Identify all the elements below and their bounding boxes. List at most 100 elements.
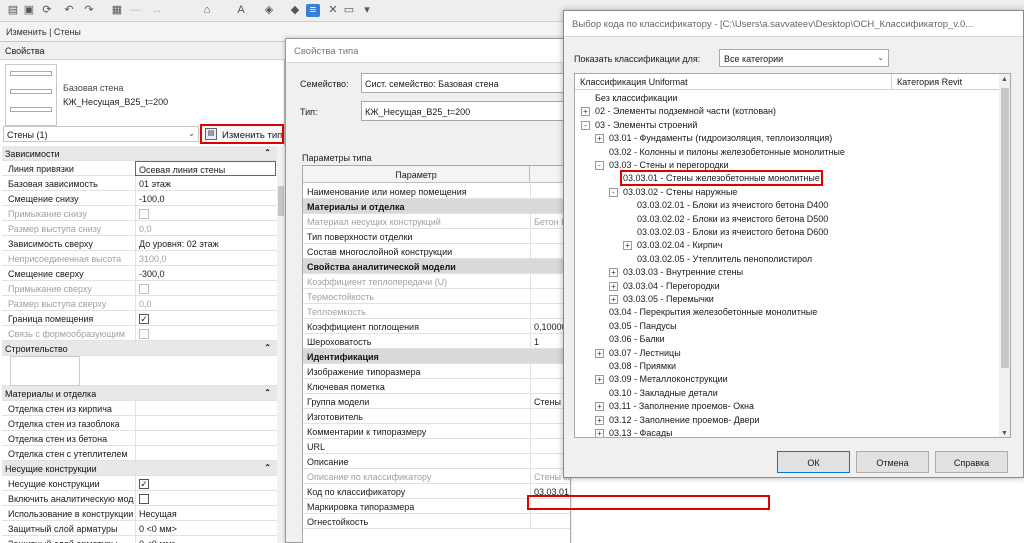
property-value[interactable]: 0 <0 мм> (135, 521, 276, 536)
property-section-header[interactable]: Зависимости ⌃ (2, 146, 277, 161)
tree-scrollbar[interactable]: ▲ ▼ (999, 74, 1010, 437)
uniformat-column-header[interactable]: Классификация Uniformat (580, 77, 688, 87)
property-row[interactable]: Связь с формообразующим (2, 326, 277, 341)
parameter-column-header[interactable]: Параметр (303, 166, 530, 183)
checkbox[interactable] (139, 494, 149, 504)
expand-icon[interactable]: + (595, 134, 604, 144)
section-icon[interactable]: ◆ (288, 4, 302, 17)
open-icon[interactable]: ▤ (6, 4, 20, 17)
parameter-row[interactable]: Теплоемкость (303, 304, 570, 319)
property-row[interactable]: Линия привязки Осевая линия стены (2, 161, 277, 176)
property-row[interactable]: Включить аналитическую модель (2, 491, 277, 506)
family-field[interactable]: Сист. семейство: Базовая стена (361, 73, 571, 93)
checkbox[interactable]: ✓ (139, 479, 149, 489)
close-hidden-icon[interactable]: ✕ (326, 4, 340, 17)
property-value[interactable] (135, 401, 276, 416)
collapse-icon[interactable]: ⌃ (264, 463, 271, 472)
parameter-row[interactable]: Шероховатость 1 (303, 334, 570, 349)
property-row[interactable]: Смещение снизу -100,0 (2, 191, 277, 206)
type-field[interactable]: КЖ_Несущая_B25_t=200 (361, 101, 571, 121)
property-value[interactable] (135, 446, 276, 461)
property-row[interactable]: Несущие конструкции ✓ (2, 476, 277, 491)
save-icon[interactable]: ▣ (22, 4, 36, 17)
collapse-icon[interactable]: ⌃ (264, 388, 271, 397)
collapse-icon[interactable]: ⌃ (264, 343, 271, 352)
property-value[interactable]: ✓ (135, 311, 276, 326)
property-section-header[interactable]: Материалы и отделка ⌃ (2, 386, 277, 401)
property-value[interactable]: ✓ (135, 476, 276, 491)
property-row[interactable]: Неприсоединенная высота 3100,0 (2, 251, 277, 266)
property-value[interactable]: 01 этаж (135, 176, 276, 191)
property-value[interactable]: 3100,0 (135, 251, 276, 266)
property-row[interactable]: Отделка стен из кирпича (2, 401, 277, 416)
property-value[interactable] (135, 431, 276, 446)
property-value[interactable] (135, 491, 276, 506)
scroll-up-icon[interactable]: ▲ (1001, 76, 1008, 83)
measure-icon[interactable]: — (128, 4, 142, 17)
property-row[interactable]: Отделка стен из газоблока (2, 416, 277, 431)
collapse-icon[interactable]: - (609, 187, 618, 197)
expand-icon[interactable]: + (595, 429, 604, 437)
thin-lines-icon[interactable]: ≡ (306, 4, 320, 17)
ribbon-context-label[interactable]: Изменить | Стены (6, 27, 81, 37)
structure-preview[interactable] (10, 356, 80, 386)
property-value[interactable] (135, 416, 276, 431)
parameter-row[interactable]: Комментарии к типоразмеру (303, 424, 570, 439)
parameter-row[interactable]: Описание по классификаторуСтены железобе… (303, 469, 570, 484)
properties-scrollbar[interactable] (277, 146, 285, 543)
property-row[interactable]: Примыкание сверху (2, 281, 277, 296)
property-value[interactable]: До уровня: 02 этаж (135, 236, 276, 251)
dimension-icon[interactable]: ↔ (150, 4, 164, 17)
property-section-header[interactable]: Несущие конструкции ⌃ (2, 461, 277, 476)
text-icon[interactable]: A (234, 4, 248, 17)
property-row[interactable]: Базовая зависимость 01 этаж (2, 176, 277, 191)
property-row[interactable]: Отделка стен из бетона (2, 431, 277, 446)
property-value[interactable] (135, 326, 276, 341)
help-button[interactable]: Справка (935, 451, 1008, 473)
parameter-row[interactable]: Тип поверхности отделки (303, 229, 570, 244)
ok-button[interactable]: ОК (777, 451, 850, 473)
property-row[interactable]: Использование в конструкции Несущая (2, 506, 277, 521)
property-row[interactable]: Смещение сверху -300,0 (2, 266, 277, 281)
property-row[interactable]: Зависимость сверху До уровня: 02 этаж (2, 236, 277, 251)
parameter-value[interactable] (530, 514, 570, 529)
expand-icon[interactable]: + (581, 107, 590, 117)
parameter-row[interactable]: Термостойкость (303, 289, 570, 304)
scrollbar-thumb[interactable] (278, 186, 284, 216)
property-value[interactable]: 0 <0 мм> (135, 536, 276, 543)
property-row[interactable]: Граница помещения ✓ (2, 311, 277, 326)
property-row[interactable]: Размер выступа снизу 0,0 (2, 221, 277, 236)
tag-icon[interactable]: ⌂ (200, 4, 214, 17)
expand-icon[interactable]: + (595, 375, 604, 385)
parameter-row[interactable]: Коэффициент теплопередачи (U) (303, 274, 570, 289)
parameter-row[interactable]: Наименование или номер помещения (303, 184, 570, 199)
property-row[interactable]: Защитный слой арматуры0 <0 мм> (2, 521, 277, 536)
parameter-group-header[interactable]: Идентификация (303, 349, 570, 364)
property-value[interactable]: 0,0 (135, 221, 276, 236)
parameter-row[interactable]: Ключевая пометка (303, 379, 570, 394)
parameter-row[interactable]: URL (303, 439, 570, 454)
property-value[interactable]: -100,0 (135, 191, 276, 206)
dropdown-icon[interactable]: ▾ (360, 4, 374, 17)
property-value[interactable] (135, 206, 276, 221)
sync-icon[interactable]: ⟳ (40, 4, 54, 17)
column-divider[interactable] (891, 74, 892, 90)
expand-icon[interactable]: + (595, 402, 604, 412)
checkbox[interactable]: ✓ (139, 314, 149, 324)
property-row[interactable]: Защитный слой арматуры0 <0 мм> (2, 536, 277, 543)
redo-icon[interactable]: ↷ (82, 4, 96, 17)
category-dropdown[interactable]: Все категории ⌄ (719, 49, 889, 67)
property-row[interactable]: Примыкание снизу (2, 206, 277, 221)
undo-icon[interactable]: ↶ (62, 4, 76, 17)
property-value[interactable]: Осевая линия стены (135, 161, 276, 176)
collapse-icon[interactable]: - (581, 120, 590, 130)
parameter-row[interactable]: Группа модели Стены (303, 394, 570, 409)
parameter-row[interactable]: Материал несущих конструкций Бетон Б (303, 214, 570, 229)
property-row[interactable]: Размер выступа сверху 0,0 (2, 296, 277, 311)
property-value[interactable] (135, 281, 276, 296)
scrollbar-thumb[interactable] (1001, 88, 1009, 368)
parameter-row[interactable]: Описание (303, 454, 570, 469)
property-row[interactable]: Отделка стен с утеплителем (2, 446, 277, 461)
expand-icon[interactable]: + (623, 241, 632, 251)
edit-type-button[interactable]: ▤ Изменить тип (200, 124, 284, 144)
